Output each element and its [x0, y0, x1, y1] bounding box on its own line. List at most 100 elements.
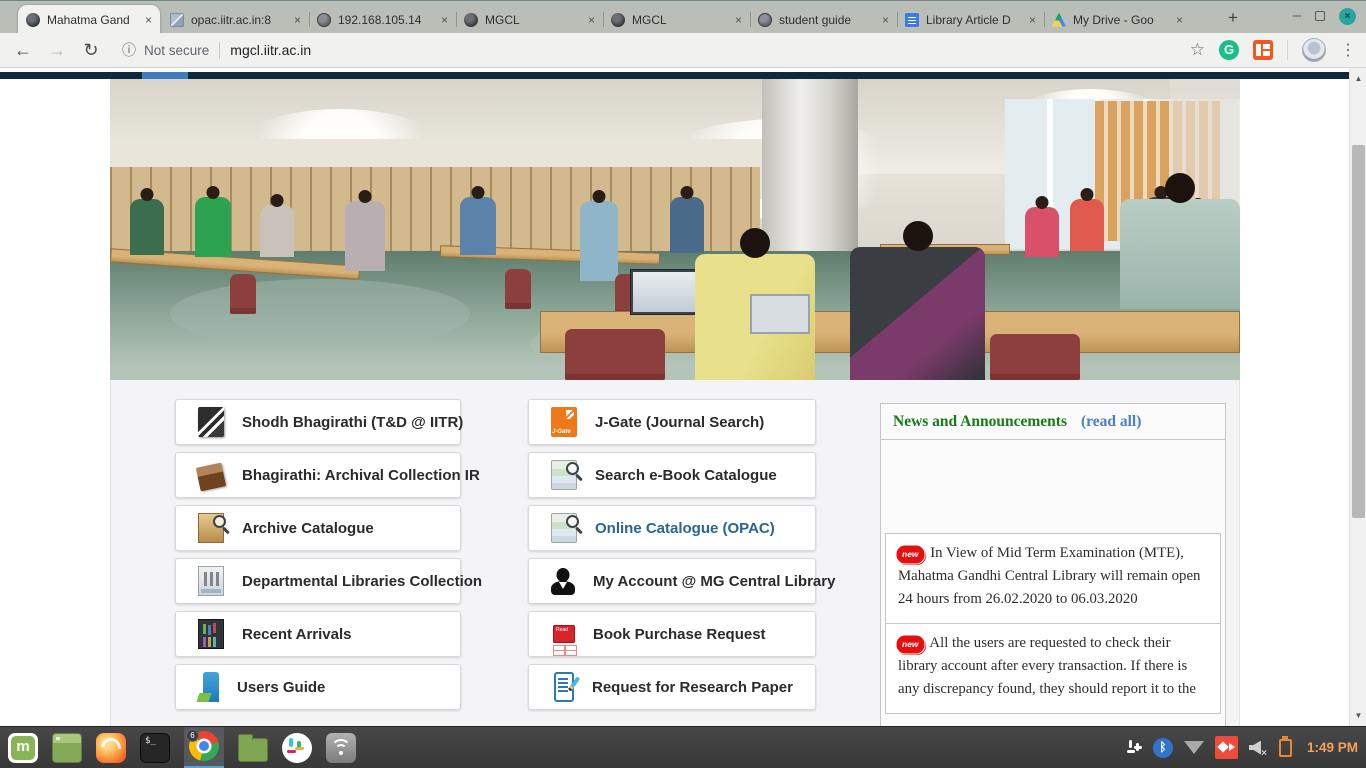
book-search-icon [551, 513, 577, 543]
link-my-account[interactable]: My Account @ MG Central Library [528, 558, 816, 604]
chrome-window-count-badge: 6 [186, 729, 199, 742]
firefox-icon[interactable] [96, 733, 126, 763]
grammarly-extension-icon[interactable]: G [1219, 40, 1239, 60]
tab-close-icon[interactable]: × [145, 13, 152, 27]
guide-kiosk-icon [203, 672, 219, 702]
archive-search-icon [198, 513, 224, 543]
read-all-link[interactable]: (read all) [1081, 413, 1141, 431]
back-button[interactable]: ← [6, 40, 40, 61]
site-info-icon[interactable]: ⓘ [122, 40, 136, 60]
mint-menu-icon[interactable] [8, 733, 38, 763]
maximize-button[interactable] [1315, 11, 1325, 21]
link-label: Archive Catalogue [242, 520, 374, 537]
globe-favicon [758, 13, 772, 27]
news-text: In View of Mid Term Examination (MTE), M… [898, 545, 1200, 607]
network-settings-icon[interactable] [326, 733, 356, 763]
forward-button[interactable]: → [40, 40, 74, 61]
window-controls: – × [1293, 7, 1356, 25]
reload-button[interactable]: ↻ [74, 40, 108, 61]
new-tab-button[interactable]: + [1222, 8, 1244, 28]
browser-menu-icon[interactable]: ⋮ [1340, 40, 1356, 60]
wifi-tray-icon[interactable] [1184, 741, 1204, 754]
globe-favicon [26, 13, 40, 27]
browser-toolbar: ← → ↻ ⓘ Not secure mgcl.iitr.ac.in ☆ G ⋮ [0, 33, 1366, 68]
scrollbar-thumb[interactable] [1352, 145, 1365, 518]
slack-icon[interactable] [282, 733, 312, 763]
tab-close-icon[interactable]: × [1176, 13, 1183, 27]
tab-close-icon[interactable]: × [441, 13, 448, 27]
slack-tray-icon[interactable] [1125, 739, 1142, 756]
link-ebook-catalogue[interactable]: Search e-Book Catalogue [528, 452, 816, 498]
image-favicon [170, 13, 184, 27]
news-empty-area [881, 440, 1225, 533]
active-nav-segment [142, 72, 188, 79]
tab-title: student guide [779, 13, 878, 27]
link-label: Book Purchase Request [593, 626, 766, 643]
minimize-button[interactable]: – [1293, 7, 1301, 25]
link-label: Shodh Bhagirathi (T&D @ IITR) [242, 414, 463, 431]
link-recent-arrivals[interactable]: Recent Arrivals [175, 611, 461, 657]
page-scrollbar[interactable]: ▲ ▼ [1349, 68, 1366, 726]
link-departmental-libraries[interactable]: Departmental Libraries Collection [175, 558, 461, 604]
taskbar: 6 ᛒ 1:49 PM [0, 726, 1366, 768]
bookmark-star-icon[interactable]: ☆ [1190, 40, 1205, 60]
file-manager-icon[interactable] [238, 738, 268, 762]
link-users-guide[interactable]: Users Guide [175, 664, 461, 710]
tab-mahatma-gandhi[interactable]: Mahatma Gand × [18, 5, 160, 34]
user-icon [551, 581, 575, 595]
news-text: All the users are requested to check the… [898, 635, 1196, 697]
bluetooth-icon[interactable]: ᛒ [1153, 738, 1173, 758]
show-desktop-icon[interactable] [52, 733, 82, 763]
background-tabs: opac.iitr.ac.in:8 × 192.168.105.14 × MGC… [166, 5, 1195, 34]
scroll-up-arrow[interactable]: ▲ [1350, 74, 1366, 83]
tab-close-icon[interactable]: × [294, 13, 301, 27]
news-title: News and Announcements [893, 413, 1067, 431]
link-label: Recent Arrivals [242, 626, 352, 643]
extension-icon[interactable] [1253, 40, 1273, 60]
tab-library-article[interactable]: Library Article D × [901, 5, 1040, 34]
link-jgate[interactable]: J-Gate (Journal Search) [528, 399, 816, 445]
volume-muted-icon[interactable] [1249, 739, 1266, 757]
system-tray: ᛒ 1:49 PM [1125, 736, 1358, 759]
tab-ip-address[interactable]: 192.168.105.14 × [313, 5, 452, 34]
address-bar[interactable]: ⓘ Not secure mgcl.iitr.ac.in [122, 40, 1190, 60]
link-opac[interactable]: Online Catalogue (OPAC) [528, 505, 816, 551]
scroll-down-arrow[interactable]: ▼ [1350, 711, 1366, 720]
tab-student-guide[interactable]: student guide × [754, 5, 893, 34]
tab-title: Mahatma Gand [47, 13, 141, 27]
chrome-taskbar-item[interactable]: 6 [184, 727, 224, 768]
tab-mgcl-2[interactable]: MGCL × [607, 5, 746, 34]
terminal-icon[interactable] [140, 733, 170, 763]
clock[interactable]: 1:49 PM [1307, 740, 1358, 755]
profile-avatar[interactable] [1302, 38, 1326, 62]
link-book-purchase[interactable]: Book Purchase Request [528, 611, 816, 657]
link-bhagirathi-archival[interactable]: Bhagirathi: Archival Collection IR [175, 452, 461, 498]
site-nav-strip [0, 72, 1349, 79]
link-archive-catalogue[interactable]: Archive Catalogue [175, 505, 461, 551]
globe-favicon [611, 13, 625, 27]
link-label: Users Guide [237, 679, 325, 696]
tab-close-icon[interactable]: × [1029, 13, 1036, 27]
tab-close-icon[interactable]: × [735, 13, 742, 27]
quick-links-section: Shodh Bhagirathi (T&D @ IITR) Bhagirathi… [110, 380, 1240, 726]
url-text[interactable]: mgcl.iitr.ac.in [230, 42, 311, 58]
link-research-paper[interactable]: Request for Research Paper [528, 664, 816, 710]
close-button[interactable]: × [1339, 8, 1356, 25]
link-label: Bhagirathi: Archival Collection IR [242, 467, 480, 484]
tab-my-drive[interactable]: My Drive - Goo × [1048, 5, 1187, 34]
news-item: new In View of Mid Term Examination (MTE… [885, 533, 1221, 624]
link-label: Online Catalogue (OPAC) [595, 520, 775, 537]
battery-icon[interactable] [1279, 739, 1292, 757]
tab-mgcl-1[interactable]: MGCL × [460, 5, 599, 34]
tab-opac[interactable]: opac.iitr.ac.in:8 × [166, 5, 305, 34]
tab-bar: Mahatma Gand × opac.iitr.ac.in:8 × 192.1… [0, 0, 1366, 33]
tab-close-icon[interactable]: × [588, 13, 595, 27]
anydesk-icon[interactable] [1215, 736, 1238, 759]
tab-close-icon[interactable]: × [882, 13, 889, 27]
link-shodh-bhagirathi[interactable]: Shodh Bhagirathi (T&D @ IITR) [175, 399, 461, 445]
thesis-icon [198, 407, 224, 437]
news-header: News and Announcements (read all) [881, 404, 1225, 440]
tab-title: My Drive - Goo [1073, 13, 1172, 27]
book-search-icon [551, 460, 577, 490]
red-book-icon [553, 625, 575, 643]
